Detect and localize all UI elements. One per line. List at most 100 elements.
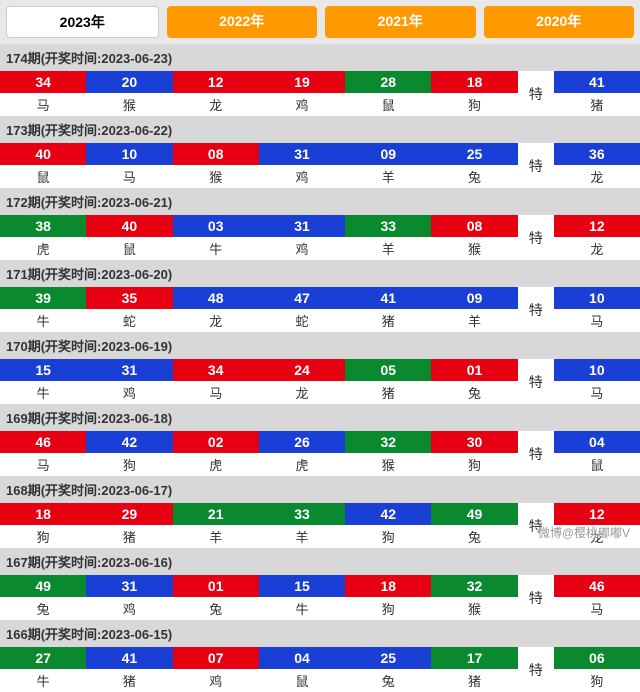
ball-zodiac: 猴 bbox=[431, 237, 517, 260]
special-number: 10 bbox=[554, 359, 640, 381]
ball-cell: 17猪 bbox=[431, 647, 517, 692]
ball-number: 49 bbox=[0, 575, 86, 597]
ball-cell: 18狗 bbox=[0, 503, 86, 548]
ball-number: 17 bbox=[431, 647, 517, 669]
ball-cell: 15牛 bbox=[0, 359, 86, 404]
ball-zodiac: 狗 bbox=[86, 453, 172, 476]
ball-zodiac: 兔 bbox=[0, 597, 86, 620]
ball-zodiac: 马 bbox=[173, 381, 259, 404]
ball-zodiac: 兔 bbox=[173, 597, 259, 620]
ball-cell: 40鼠 bbox=[86, 215, 172, 260]
tab-2023[interactable]: 2023年 bbox=[6, 6, 159, 38]
ball-zodiac: 蛇 bbox=[86, 309, 172, 332]
special-cell: 12龙 bbox=[554, 215, 640, 260]
ball-cell: 21羊 bbox=[173, 503, 259, 548]
special-zodiac: 狗 bbox=[554, 669, 640, 692]
ball-cell: 24龙 bbox=[259, 359, 345, 404]
ball-zodiac: 鼠 bbox=[259, 669, 345, 692]
ball-cell: 41猪 bbox=[86, 647, 172, 692]
ball-zodiac: 猪 bbox=[345, 381, 431, 404]
tab-2022[interactable]: 2022年 bbox=[167, 6, 318, 38]
special-label: 特 bbox=[518, 71, 554, 116]
ball-zodiac: 羊 bbox=[431, 309, 517, 332]
ball-cell: 12龙 bbox=[173, 71, 259, 116]
ball-number: 25 bbox=[431, 143, 517, 165]
ball-number: 33 bbox=[259, 503, 345, 525]
ball-zodiac: 龙 bbox=[259, 381, 345, 404]
ball-zodiac: 兔 bbox=[431, 381, 517, 404]
draw-block: 174期(开奖时间:2023-06-23)34马20猴12龙19鸡28鼠18狗特… bbox=[0, 44, 640, 116]
ball-cell: 18狗 bbox=[345, 575, 431, 620]
ball-cell: 09羊 bbox=[431, 287, 517, 332]
ball-cell: 31鸡 bbox=[259, 215, 345, 260]
ball-cell: 03牛 bbox=[173, 215, 259, 260]
special-label: 特 bbox=[518, 287, 554, 332]
draw-header: 167期(开奖时间:2023-06-16) bbox=[0, 548, 640, 575]
ball-number: 26 bbox=[259, 431, 345, 453]
ball-number: 24 bbox=[259, 359, 345, 381]
ball-cell: 25兔 bbox=[345, 647, 431, 692]
special-cell: 46马 bbox=[554, 575, 640, 620]
ball-number: 01 bbox=[173, 575, 259, 597]
ball-cell: 31鸡 bbox=[86, 359, 172, 404]
ball-zodiac: 马 bbox=[86, 165, 172, 188]
ball-cell: 19鸡 bbox=[259, 71, 345, 116]
special-cell: 04鼠 bbox=[554, 431, 640, 476]
ball-zodiac: 猴 bbox=[173, 165, 259, 188]
special-number: 46 bbox=[554, 575, 640, 597]
ball-number: 27 bbox=[0, 647, 86, 669]
ball-number: 09 bbox=[431, 287, 517, 309]
ball-zodiac: 狗 bbox=[345, 597, 431, 620]
ball-zodiac: 马 bbox=[0, 93, 86, 116]
ball-zodiac: 猪 bbox=[431, 669, 517, 692]
ball-cell: 39牛 bbox=[0, 287, 86, 332]
ball-zodiac: 猪 bbox=[345, 309, 431, 332]
draw-header: 171期(开奖时间:2023-06-20) bbox=[0, 260, 640, 287]
ball-cell: 47蛇 bbox=[259, 287, 345, 332]
ball-cell: 32猴 bbox=[431, 575, 517, 620]
ball-zodiac: 马 bbox=[0, 453, 86, 476]
special-label: 特 bbox=[518, 575, 554, 620]
ball-cell: 01兔 bbox=[173, 575, 259, 620]
ball-row: 49兔31鸡01兔15牛18狗32猴特46马 bbox=[0, 575, 640, 620]
ball-number: 12 bbox=[173, 71, 259, 93]
ball-zodiac: 龙 bbox=[173, 309, 259, 332]
ball-zodiac: 猪 bbox=[86, 525, 172, 548]
ball-cell: 32猴 bbox=[345, 431, 431, 476]
special-number: 41 bbox=[554, 71, 640, 93]
ball-cell: 46马 bbox=[0, 431, 86, 476]
draw-header: 172期(开奖时间:2023-06-21) bbox=[0, 188, 640, 215]
ball-number: 31 bbox=[86, 575, 172, 597]
draw-block: 167期(开奖时间:2023-06-16)49兔31鸡01兔15牛18狗32猴特… bbox=[0, 548, 640, 620]
draw-header: 166期(开奖时间:2023-06-15) bbox=[0, 620, 640, 647]
ball-number: 03 bbox=[173, 215, 259, 237]
draw-block: 169期(开奖时间:2023-06-18)46马42狗02虎26虎32猴30狗特… bbox=[0, 404, 640, 476]
ball-number: 15 bbox=[259, 575, 345, 597]
ball-cell: 33羊 bbox=[345, 215, 431, 260]
ball-zodiac: 狗 bbox=[0, 525, 86, 548]
ball-number: 02 bbox=[173, 431, 259, 453]
ball-zodiac: 羊 bbox=[345, 165, 431, 188]
ball-cell: 28鼠 bbox=[345, 71, 431, 116]
ball-zodiac: 猴 bbox=[431, 597, 517, 620]
ball-number: 29 bbox=[86, 503, 172, 525]
ball-zodiac: 鸡 bbox=[259, 93, 345, 116]
draw-header: 169期(开奖时间:2023-06-18) bbox=[0, 404, 640, 431]
ball-zodiac: 蛇 bbox=[259, 309, 345, 332]
ball-number: 07 bbox=[173, 647, 259, 669]
ball-zodiac: 牛 bbox=[0, 381, 86, 404]
ball-cell: 41猪 bbox=[345, 287, 431, 332]
ball-cell: 05猪 bbox=[345, 359, 431, 404]
special-cell: 10马 bbox=[554, 359, 640, 404]
special-zodiac: 马 bbox=[554, 381, 640, 404]
tab-2020[interactable]: 2020年 bbox=[484, 6, 635, 38]
ball-cell: 49兔 bbox=[431, 503, 517, 548]
tab-2021[interactable]: 2021年 bbox=[325, 6, 476, 38]
special-number: 06 bbox=[554, 647, 640, 669]
special-number: 10 bbox=[554, 287, 640, 309]
special-label: 特 bbox=[518, 143, 554, 188]
ball-row: 34马20猴12龙19鸡28鼠18狗特41猪 bbox=[0, 71, 640, 116]
ball-number: 09 bbox=[345, 143, 431, 165]
ball-zodiac: 牛 bbox=[0, 309, 86, 332]
ball-number: 08 bbox=[173, 143, 259, 165]
